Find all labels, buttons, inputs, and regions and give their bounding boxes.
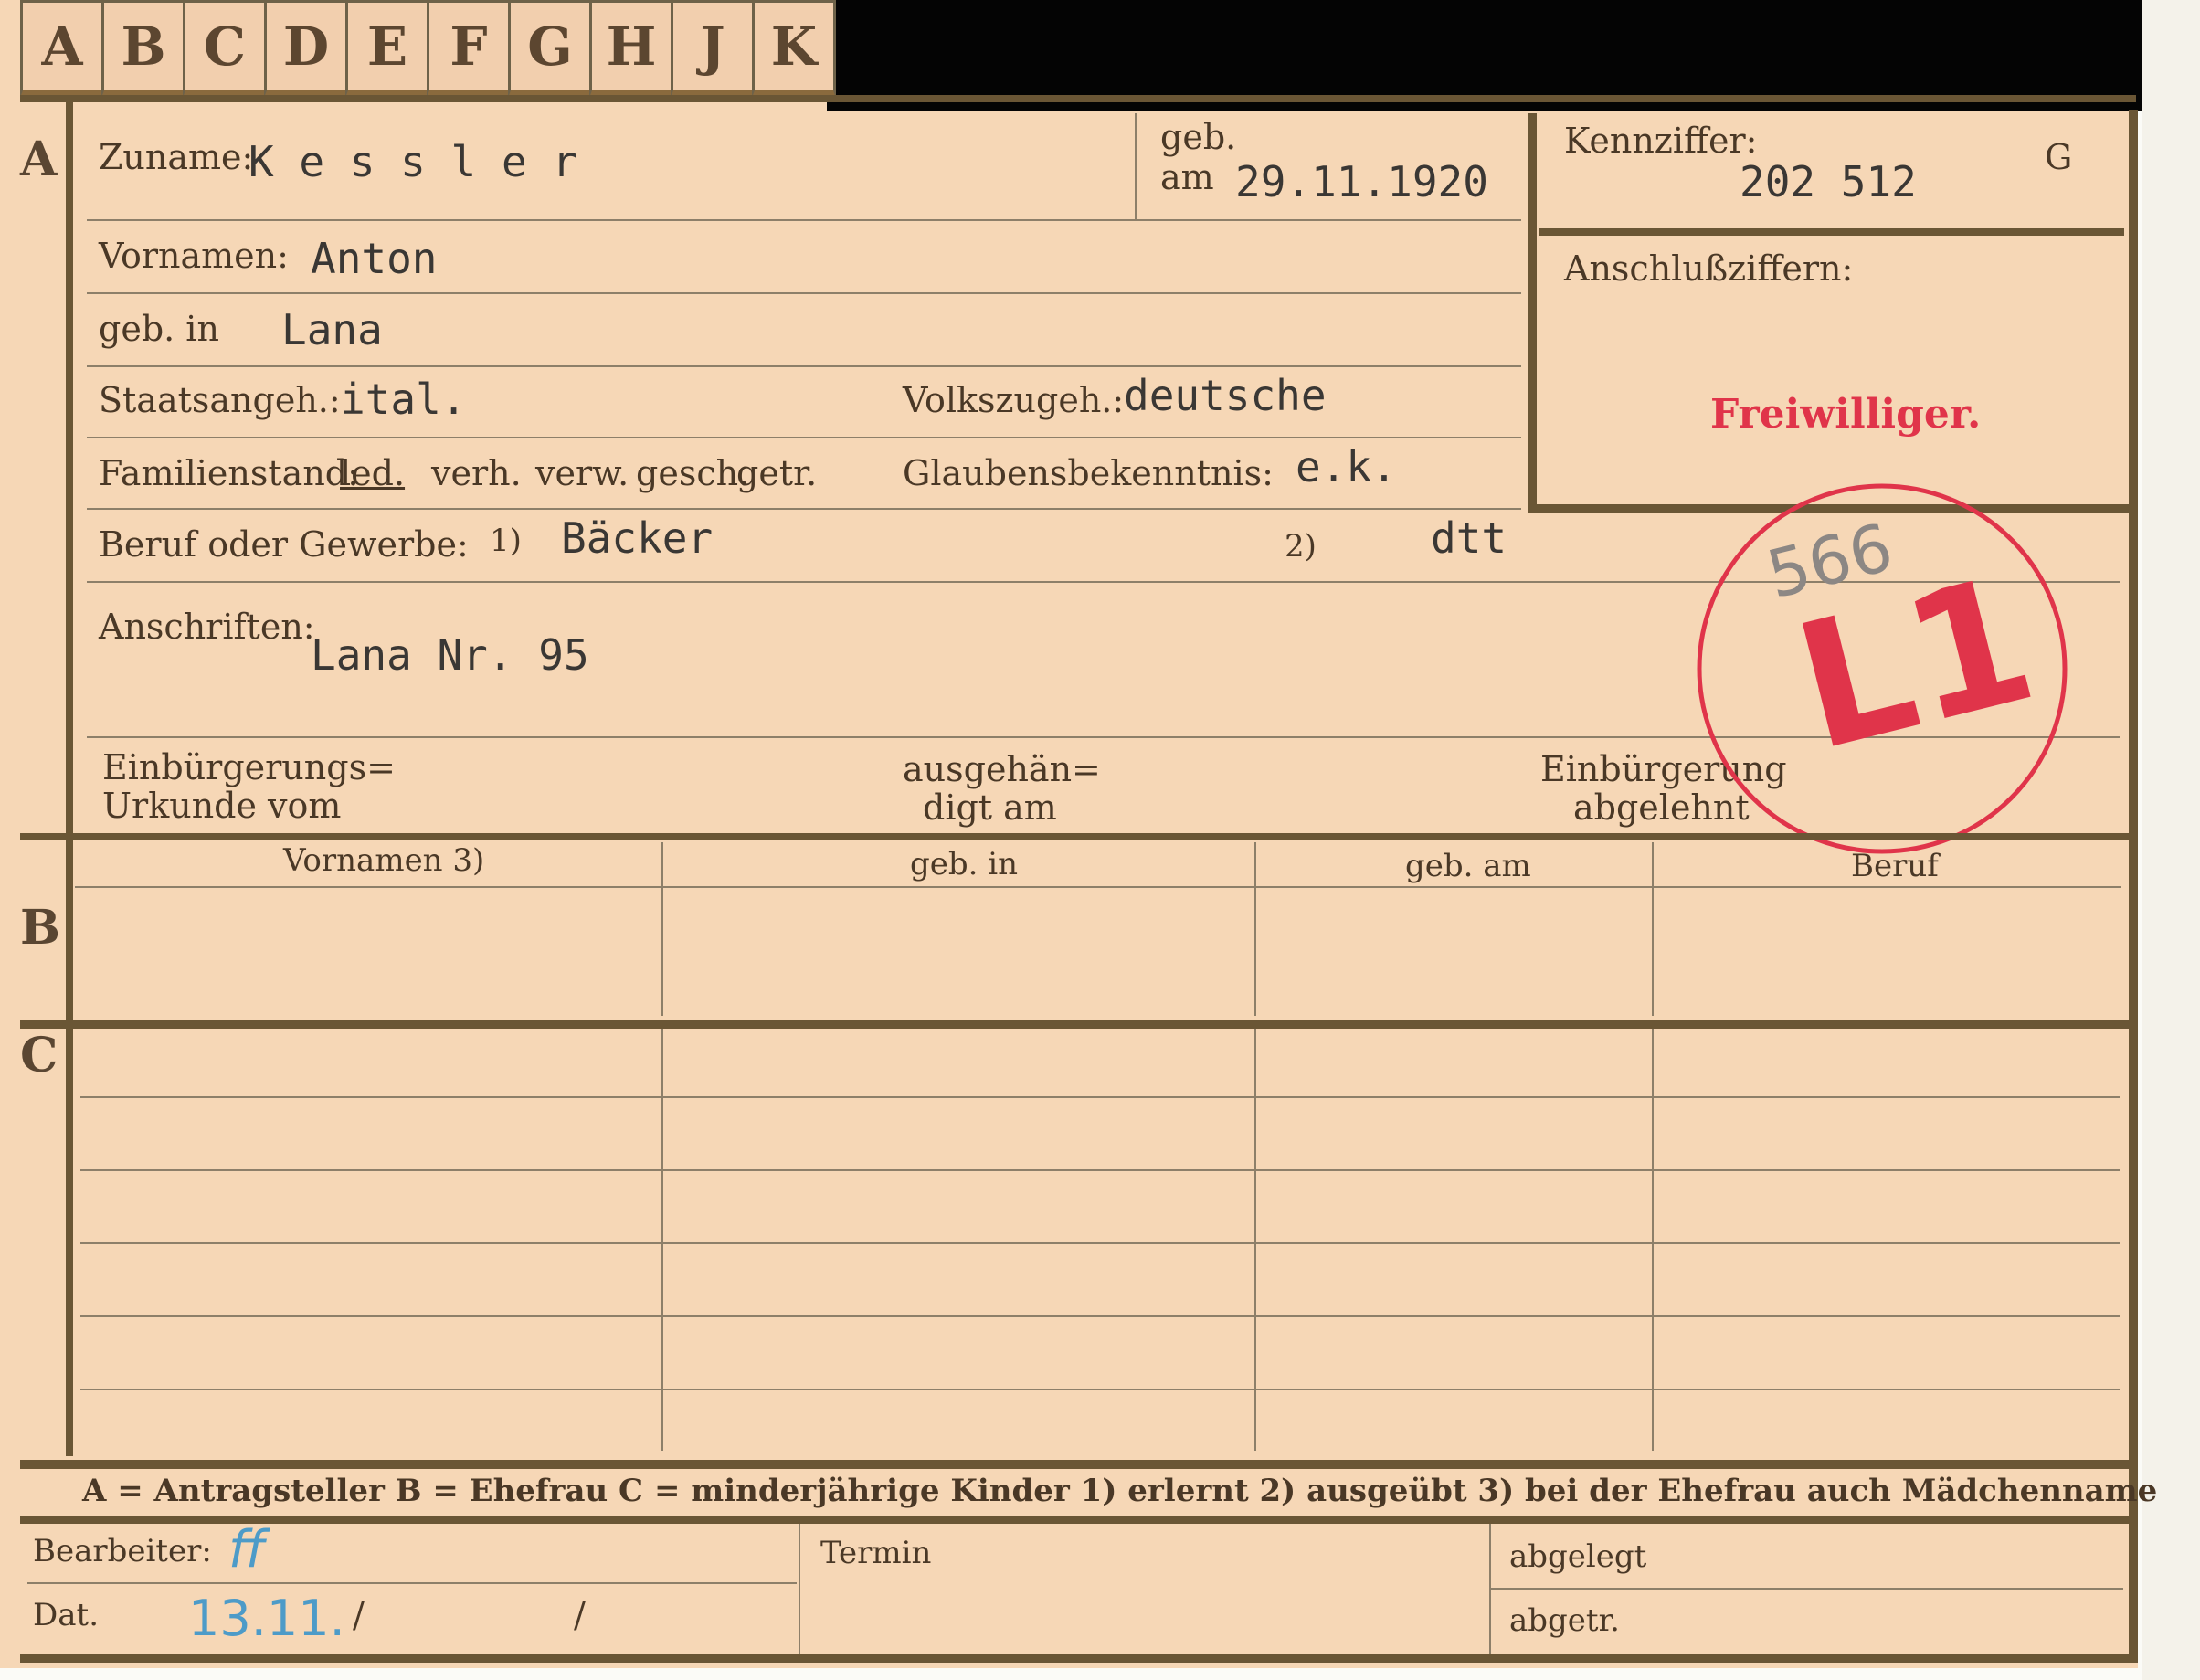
divider [27,1582,797,1584]
familienstand-option[interactable]: gesch. [636,453,749,493]
tab-letter[interactable]: J [671,0,755,98]
bearbeiter-initials: ff [228,1520,266,1580]
staatsangehoerigkeit-label: Staatsangeh.: [99,380,341,420]
divider [799,1524,800,1654]
glaubensbekenntnis-label: Glaubensbekenntnis: [903,453,1274,493]
familienstand-option-selected[interactable]: led. [340,453,405,493]
kennziffer-label: Kennziffer: [1564,121,1758,161]
tab-letter[interactable]: H [589,0,673,98]
col-header-geb-am: geb. am [1405,848,1531,884]
volkszugehoerigkeit-value[interactable]: deutsche [1124,371,1327,420]
geb-am-value[interactable]: 29.11.1920 [1235,157,1488,206]
divider [1652,1029,1654,1451]
tab-letter[interactable]: G [508,0,592,98]
abgetr-label: abgetr. [1509,1602,1620,1639]
divider [661,1029,663,1451]
footnote-2-marker: 2) [1285,528,1317,565]
col-header-beruf: Beruf [1851,848,1939,884]
kennziffer-value[interactable]: 202 512 [1740,157,1917,206]
ausgehaendigt-label-line1: ausgehän= [903,749,1101,789]
vornamen-value[interactable]: Anton [311,234,437,283]
divider [87,292,1521,294]
legend-top-rule [20,1460,2136,1469]
geb-in-value[interactable]: Lana [281,305,383,354]
am-label: am [1160,157,1214,197]
tab-letter[interactable]: F [427,0,511,98]
familienstand-label: Familienstand: [99,453,359,493]
beruf-ausgeuebt-value[interactable]: dtt [1431,513,1507,563]
divider [87,219,1521,221]
ausgehaendigt-label-line2: digt am [923,787,1057,828]
divider [1491,1588,2123,1590]
section-letter-a: A [20,132,58,187]
anschriften-value[interactable]: Lana Nr. 95 [311,630,589,680]
beruf-label: Beruf oder Gewerbe: [99,524,469,565]
tab-letter[interactable]: B [101,0,185,98]
tab-letter[interactable]: C [183,0,267,98]
zuname-value[interactable]: K e s s l e r [249,137,577,186]
einbuergerung-label-line2: Urkunde vom [102,786,342,826]
tab-letter[interactable]: K [752,0,836,98]
geb-label: geb. [1160,117,1237,157]
divider [1254,842,1256,1016]
kennziffer-box-divider [1539,228,2124,236]
familienstand-option[interactable]: getr. [736,453,817,493]
bearbeiter-label: Bearbeiter: [33,1533,212,1569]
volkszugehoerigkeit-label: Volkszugeh.: [903,380,1125,420]
col-header-geb-in: geb. in [910,846,1019,882]
kennziffer-box-left [1528,113,1537,513]
tab-letter[interactable]: E [345,0,429,98]
divider [75,886,2121,888]
divider [87,437,1521,438]
einbuergerung-label-line1: Einbürgerungs= [102,747,396,787]
anschriften-label: Anschriften: [99,607,315,647]
divider [87,508,1521,510]
kennziffer-suffix: G [2045,137,2073,177]
divider [661,842,663,1016]
legend-bottom-rule [20,1516,2136,1524]
legend-text: A = Antragsteller B = Ehefrau C = minder… [82,1473,2158,1509]
col-header-vornamen: Vornamen 3) [283,842,485,879]
divider [1652,842,1654,1016]
frame-top-rule [20,95,2136,102]
anschlussziffern-label: Anschlußziffern: [1564,248,1854,289]
termin-label: Termin [820,1535,932,1571]
table-row-line [80,1096,2120,1098]
beruf-erlernt-value[interactable]: Bäcker [561,513,713,563]
datum-value: 13.11. [188,1590,345,1647]
datum-separator: / [353,1595,365,1635]
familienstand-option[interactable]: verw. [535,453,629,493]
frame-bottom-rule [20,1654,2138,1663]
zuname-label: Zuname: [99,137,254,177]
section-letter-c: C [20,1028,58,1083]
glaubensbekenntnis-value[interactable]: e.k. [1296,442,1397,491]
section-letter-b: B [20,900,60,956]
familienstand-option[interactable]: verh. [431,453,522,493]
tab-letter[interactable]: A [20,0,104,98]
divider [1254,1029,1256,1451]
section-c-top-rule [20,1020,2136,1029]
footnote-1-marker: 1) [490,523,522,559]
vornamen-label: Vornamen: [99,236,289,276]
datum-separator: / [574,1595,586,1635]
freiwilliger-stamp: Freiwilliger. [1710,391,1982,438]
table-row-line [80,1389,2120,1390]
section-b-top-rule [20,833,2136,840]
table-row-line [80,1169,2120,1171]
alphabet-tabs: A B C D E F G H J K [20,0,836,98]
abgelegt-label: abgelegt [1509,1538,1647,1575]
table-row-line [80,1315,2120,1317]
stamp-code: L1 [1778,537,2053,790]
divider [87,365,1521,367]
staatsangehoerigkeit-value[interactable]: ital. [340,375,466,424]
frame-right-rule [2129,110,2138,1663]
frame-left-rule [66,95,73,1456]
datum-label: Dat. [33,1597,100,1633]
table-row-line [80,1242,2120,1244]
tab-letter[interactable]: D [264,0,348,98]
scan-margin [2142,0,2200,1680]
geb-in-label: geb. in [99,309,219,349]
divider [1135,113,1137,221]
